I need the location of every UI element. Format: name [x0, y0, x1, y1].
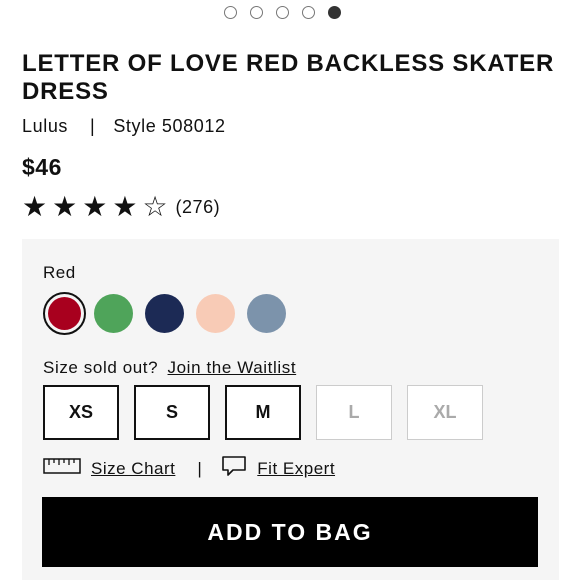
product-meta: Lulus | Style 508012 — [22, 116, 226, 137]
fit-expert-link[interactable]: Fit Expert — [257, 459, 335, 479]
color-swatch-slate-blue[interactable] — [247, 294, 286, 333]
tools-separator: | — [197, 458, 203, 478]
ruler-icon — [43, 457, 91, 480]
size-button-m[interactable]: M — [225, 385, 301, 440]
color-swatch-blush[interactable] — [196, 294, 235, 333]
carousel-indicator — [224, 6, 341, 19]
size-chart-link[interactable]: Size Chart — [91, 459, 175, 479]
size-tools: Size Chart | Fit Expert — [43, 455, 335, 482]
size-selector: XS S M L XL — [43, 385, 498, 440]
color-swatch-green[interactable] — [94, 294, 133, 333]
star-empty-icon: ☆ — [142, 191, 168, 222]
meta-separator: | — [90, 116, 96, 136]
waitlist-prompt: Size sold out? — [43, 358, 159, 377]
selected-color-label: Red — [43, 263, 76, 282]
star-filled-icon: ★ — [22, 191, 48, 222]
chat-bubble-icon — [221, 455, 257, 482]
product-price: $46 — [22, 154, 62, 180]
size-button-l[interactable]: L — [316, 385, 392, 440]
purchase-options-panel: Red Size sold out? Join the Waitlist XS … — [22, 239, 559, 580]
color-swatch-navy[interactable] — [145, 294, 184, 333]
color-swatches — [43, 292, 298, 335]
carousel-dot[interactable] — [276, 6, 289, 19]
carousel-dot-active[interactable] — [328, 6, 341, 19]
star-filled-icon: ★ — [112, 191, 138, 222]
carousel-dot[interactable] — [302, 6, 315, 19]
rating[interactable]: ★ ★ ★ ★ ☆ (276) — [22, 193, 220, 221]
carousel-dot[interactable] — [224, 6, 237, 19]
review-count[interactable]: (276) — [176, 197, 221, 218]
product-title: LETTER OF LOVE RED BACKLESS SKATER DRESS — [22, 50, 555, 105]
join-waitlist-link[interactable]: Join the Waitlist — [168, 358, 297, 377]
size-button-s[interactable]: S — [134, 385, 210, 440]
add-to-bag-button[interactable]: ADD TO BAG — [42, 497, 538, 567]
size-button-xl[interactable]: XL — [407, 385, 483, 440]
carousel-dot[interactable] — [250, 6, 263, 19]
brand-name[interactable]: Lulus — [22, 116, 68, 137]
color-swatch-red[interactable] — [43, 292, 86, 335]
star-filled-icon: ★ — [82, 191, 108, 222]
waitlist-row: Size sold out? Join the Waitlist — [43, 358, 296, 378]
style-number: Style 508012 — [113, 116, 226, 136]
size-button-xs[interactable]: XS — [43, 385, 119, 440]
star-filled-icon: ★ — [52, 191, 78, 222]
